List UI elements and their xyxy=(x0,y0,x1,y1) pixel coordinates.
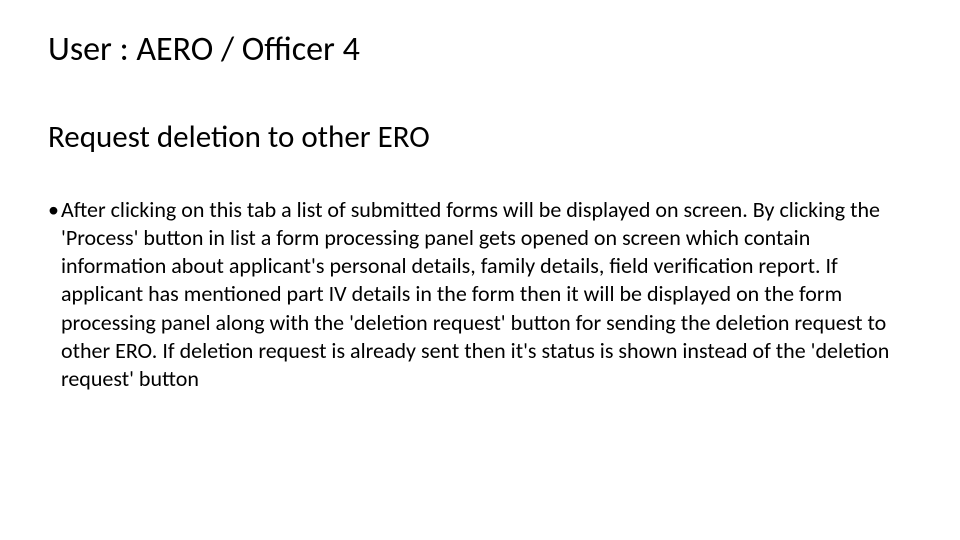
slide-title: User : AERO / Officer 4 xyxy=(48,30,912,71)
bullet-item: • After clicking on this tab a list of s… xyxy=(48,196,912,393)
slide-subtitle: Request deletion to other ERO xyxy=(48,119,912,156)
body-content: • After clicking on this tab a list of s… xyxy=(48,196,912,393)
bullet-marker: • xyxy=(48,196,59,224)
body-text: After clicking on this tab a list of sub… xyxy=(61,196,912,393)
